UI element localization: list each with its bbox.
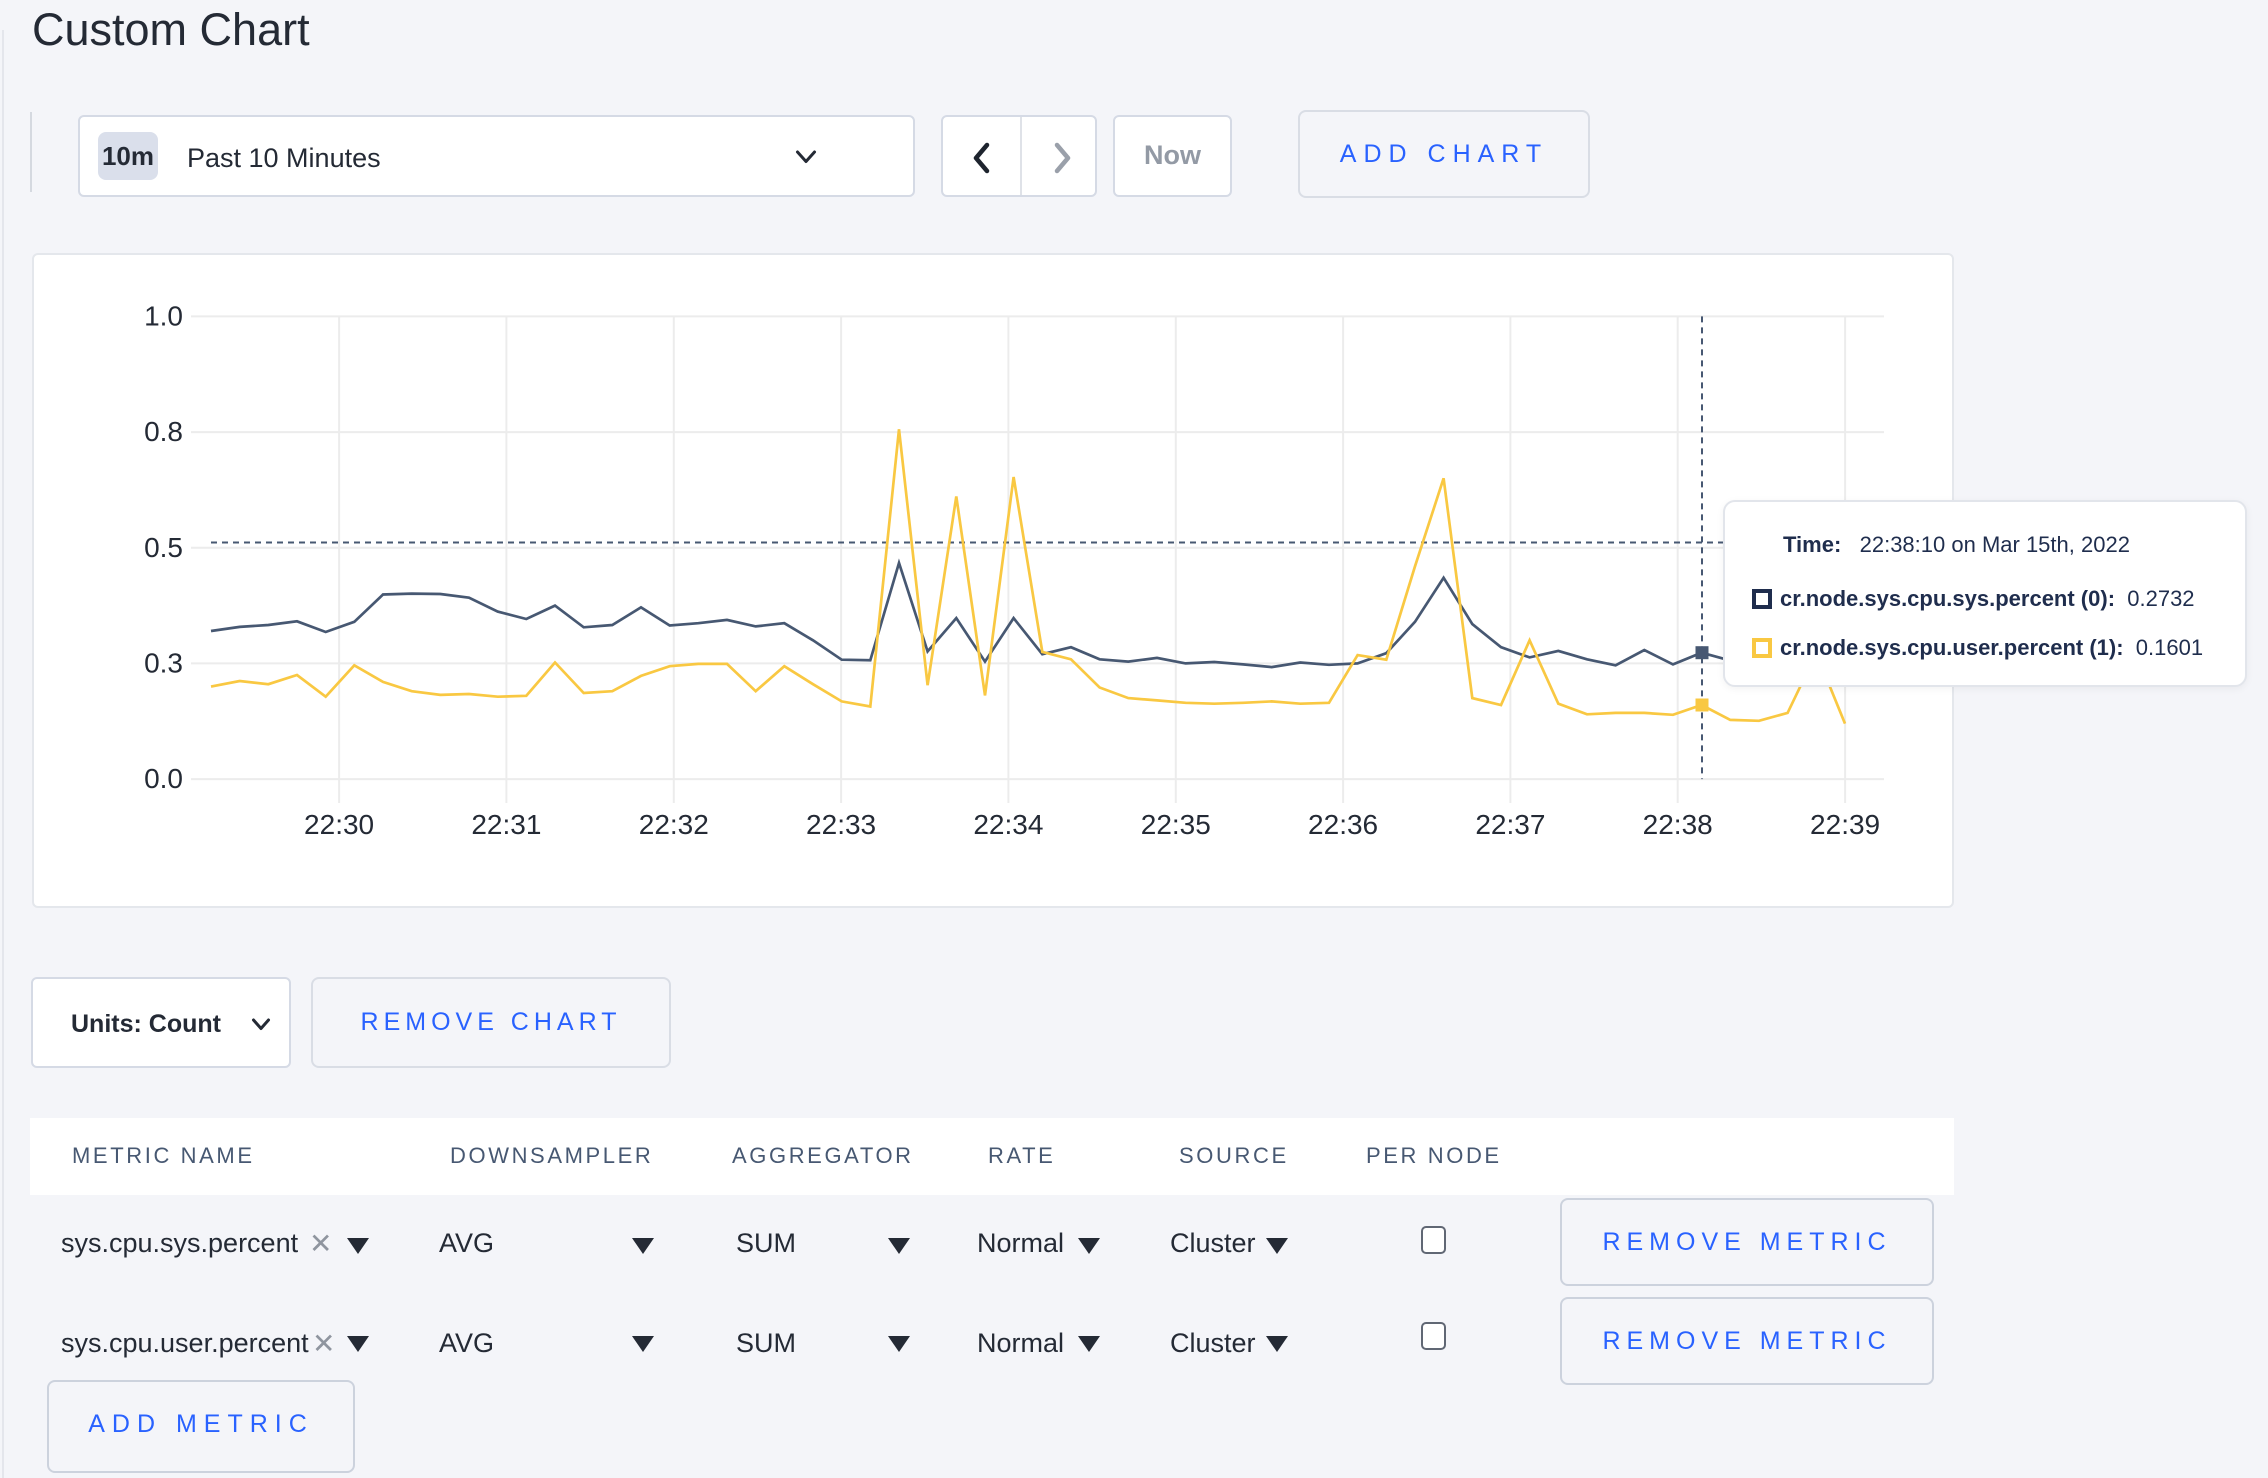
svg-text:0.0: 0.0 [144, 763, 183, 794]
svg-text:22:32: 22:32 [639, 809, 709, 840]
svg-text:22:33: 22:33 [806, 809, 876, 840]
svg-text:22:30: 22:30 [304, 809, 374, 840]
svg-text:0.3: 0.3 [144, 647, 183, 678]
svg-text:22:36: 22:36 [1308, 809, 1378, 840]
svg-text:22:31: 22:31 [471, 809, 541, 840]
svg-text:0.8: 0.8 [144, 416, 183, 447]
svg-text:22:39: 22:39 [1810, 809, 1880, 840]
svg-text:22:37: 22:37 [1475, 809, 1545, 840]
svg-text:22:34: 22:34 [973, 809, 1043, 840]
svg-text:0.5: 0.5 [144, 532, 183, 563]
svg-text:22:38: 22:38 [1643, 809, 1713, 840]
svg-text:22:35: 22:35 [1141, 809, 1211, 840]
svg-text:1.0: 1.0 [144, 300, 183, 331]
